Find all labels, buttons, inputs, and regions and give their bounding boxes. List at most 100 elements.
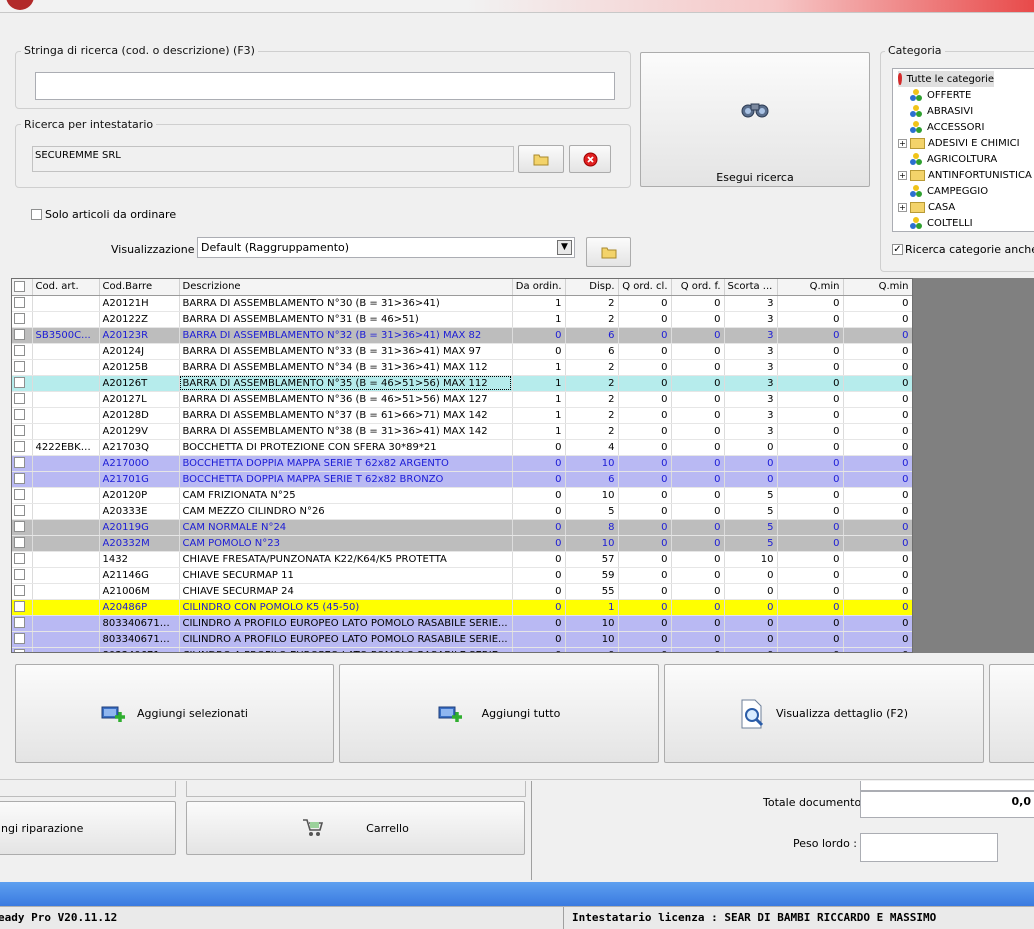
view-browse-button[interactable] [586, 237, 631, 267]
table-row[interactable]: 4222EBK2... A21703Q BOCCHETTA DI PROTEZION… [12, 439, 912, 456]
table-row[interactable]: 1432 CHIAVE FRESATA/PUNZONATA K22/K64/K5 … [12, 551, 912, 568]
row-checkbox[interactable] [12, 439, 33, 456]
row-checkbox[interactable] [12, 599, 33, 616]
add-selected-button[interactable]: Aggiungi selezionati [15, 664, 334, 763]
table-row[interactable]: A20125B BARRA DI ASSEMBLAMENTO N°34 (B = … [12, 359, 912, 376]
row-checkbox[interactable] [12, 295, 33, 312]
col-header-disp[interactable]: Disp. [565, 279, 619, 296]
table-row[interactable]: A21701G BOCCHETTA DOPPIA MAPPA SERIE T 62… [12, 471, 912, 488]
subcategory-checkbox[interactable]: ✓ Ricerca categorie anche su [892, 243, 1034, 256]
extra-action-button[interactable] [989, 664, 1034, 763]
table-cell: A20129V [99, 423, 180, 440]
row-checkbox[interactable] [12, 503, 33, 520]
col-header-scorta[interactable]: Scorta ... [724, 279, 778, 296]
category-item[interactable]: AGRICOLTURA [898, 151, 1034, 167]
view-select[interactable]: Default (Raggruppamento) ▼ [197, 237, 575, 258]
row-checkbox[interactable] [12, 343, 33, 360]
table-row[interactable]: A20129V BARRA DI ASSEMBLAMENTO N°38 (B = … [12, 423, 912, 440]
total-field[interactable]: 0,0 [860, 791, 1034, 818]
execute-search-button[interactable]: Esegui ricerca [640, 52, 870, 187]
row-checkbox[interactable] [12, 359, 33, 376]
row-checkbox[interactable] [12, 567, 33, 584]
row-checkbox[interactable] [12, 535, 33, 552]
search-input[interactable] [35, 72, 615, 100]
table-row[interactable]: 8033406711... CILINDRO A PROFILO EUROPEO … [12, 631, 912, 648]
table-row[interactable]: A21146G CHIAVE SECURMAP 11 0 59 0 0 0 0 0 [12, 567, 912, 584]
row-checkbox[interactable] [12, 311, 33, 328]
row-checkbox[interactable] [12, 423, 33, 440]
table-row[interactable]: A20486P CILINDRO CON POMOLO K5 (45-50) 0 1 0… [12, 599, 912, 616]
table-row[interactable]: SB3500C... A20123R BARRA DI ASSEMBLAMENTO … [12, 327, 912, 344]
table-row[interactable]: A21700O BOCCHETTA DOPPIA MAPPA SERIE T 62… [12, 455, 912, 472]
category-tree[interactable]: Tutte le categorie OFFERTE ABRASIVI ACCESSO… [892, 68, 1034, 232]
row-checkbox[interactable] [12, 407, 33, 424]
table-row[interactable]: 8033406712...CILINDRO A PROFILO EUROPEO … [12, 647, 912, 652]
table-cell: 0 [671, 487, 725, 504]
col-header-q-ord-f[interactable]: Q ord. f. [671, 279, 725, 296]
weight-field[interactable] [860, 833, 998, 862]
table-row[interactable]: A20333E CAM MEZZO CILINDRO N°26 0 5 0 0 5 0 0 [12, 503, 912, 520]
table-cell: 0 [777, 327, 844, 344]
table-row[interactable]: A20122Z BARRA DI ASSEMBLAMENTO N°31 (B = … [12, 311, 912, 328]
col-header-q-min[interactable]: Q.min [777, 279, 844, 296]
category-item[interactable]: CAMPEGGIO [898, 183, 1034, 199]
table-row[interactable]: A20126T BARRA DI ASSEMBLAMENTO N°35 (B = … [12, 375, 912, 392]
row-checkbox[interactable] [12, 631, 33, 648]
table-row[interactable]: A20127L BARRA DI ASSEMBLAMENTO N°36 (B = … [12, 391, 912, 408]
expand-icon[interactable]: + [898, 138, 907, 148]
table-row[interactable]: A20120P CAM FRIZIONATA N°25 0 10 0 0 5 0 0 [12, 487, 912, 504]
category-item-label: ABRASIVI [927, 105, 974, 117]
category-item[interactable]: COLTELLI [898, 215, 1034, 231]
col-header-da-ordin[interactable]: Da ordin. [512, 279, 566, 296]
add-all-button[interactable]: Aggiungi tutto [339, 664, 659, 763]
row-checkbox[interactable] [12, 391, 33, 408]
row-checkbox[interactable] [12, 455, 33, 472]
cart-button[interactable]: Carrello [186, 801, 525, 855]
holder-clear-button[interactable] [569, 145, 611, 173]
category-item[interactable]: + ADESIVI E CHIMICI [898, 135, 1034, 151]
row-checkbox[interactable] [12, 375, 33, 392]
row-checkbox[interactable] [12, 615, 33, 632]
table-row[interactable]: A20124J BARRA DI ASSEMBLAMENTO N°33 (B = … [12, 343, 912, 360]
table-cell: 2 [565, 375, 619, 392]
only-to-order-checkbox[interactable]: Solo articoli da ordinare [31, 208, 176, 221]
table-row[interactable]: A20121H BARRA DI ASSEMBLAMENTO N°30 (B = … [12, 295, 912, 312]
category-item[interactable]: + ANTINFORTUNISTICA [898, 167, 1034, 183]
select-all-checkbox[interactable] [12, 279, 33, 296]
articles-grid[interactable]: Cod. art. Cod.Barre Descrizione Da ordin… [11, 278, 913, 653]
table-cell: 0 [777, 583, 844, 600]
chevron-down-icon[interactable]: ▼ [557, 240, 572, 255]
holder-browse-button[interactable] [518, 145, 564, 173]
col-header-cod-barre[interactable]: Cod.Barre [99, 279, 180, 296]
row-checkbox[interactable] [12, 519, 33, 536]
category-item[interactable]: + CASA [898, 199, 1034, 215]
only-to-order-box[interactable] [31, 209, 42, 220]
row-checkbox[interactable] [12, 583, 33, 600]
holder-field[interactable]: SECUREMME SRL [32, 146, 514, 172]
row-checkbox[interactable] [12, 487, 33, 504]
table-row[interactable]: A20119G CAM NORMALE N°24 0 8 0 0 5 0 0 [12, 519, 912, 536]
category-item[interactable]: OFFERTE [898, 87, 1034, 103]
col-header-q-min-2[interactable]: Q.min [843, 279, 912, 296]
col-header-q-ord-cl[interactable]: Q ord. cl. [618, 279, 672, 296]
col-header-descrizione[interactable]: Descrizione [179, 279, 513, 296]
repair-button[interactable]: ngi riparazione [0, 801, 176, 855]
row-checkbox[interactable] [12, 551, 33, 568]
row-checkbox[interactable] [12, 647, 33, 652]
row-checkbox[interactable] [12, 327, 33, 344]
table-row[interactable]: A20332M CAM POMOLO N°23 0 10 0 0 5 0 0 [12, 535, 912, 552]
expand-icon[interactable]: + [898, 202, 907, 212]
table-row[interactable]: A21006M CHIAVE SECURMAP 24 0 55 0 0 0 0 0 [12, 583, 912, 600]
table-cell: 0 [843, 567, 912, 584]
table-row[interactable]: A20128D BARRA DI ASSEMBLAMENTO N°37 (B = … [12, 407, 912, 424]
view-detail-button[interactable]: Visualizza dettaglio (F2) [664, 664, 984, 763]
table-row[interactable]: 8033406710... CILINDRO A PROFILO EUROPEO … [12, 615, 912, 632]
expand-icon[interactable]: + [898, 170, 907, 180]
category-item[interactable]: ABRASIVI [898, 103, 1034, 119]
col-header-cod-art[interactable]: Cod. art. [32, 279, 100, 296]
category-item[interactable]: ACCESSORI [898, 119, 1034, 135]
subcategory-check-box[interactable]: ✓ [892, 244, 903, 255]
category-item[interactable]: Tutte le categorie [898, 71, 994, 87]
table-cell [32, 471, 100, 488]
row-checkbox[interactable] [12, 471, 33, 488]
